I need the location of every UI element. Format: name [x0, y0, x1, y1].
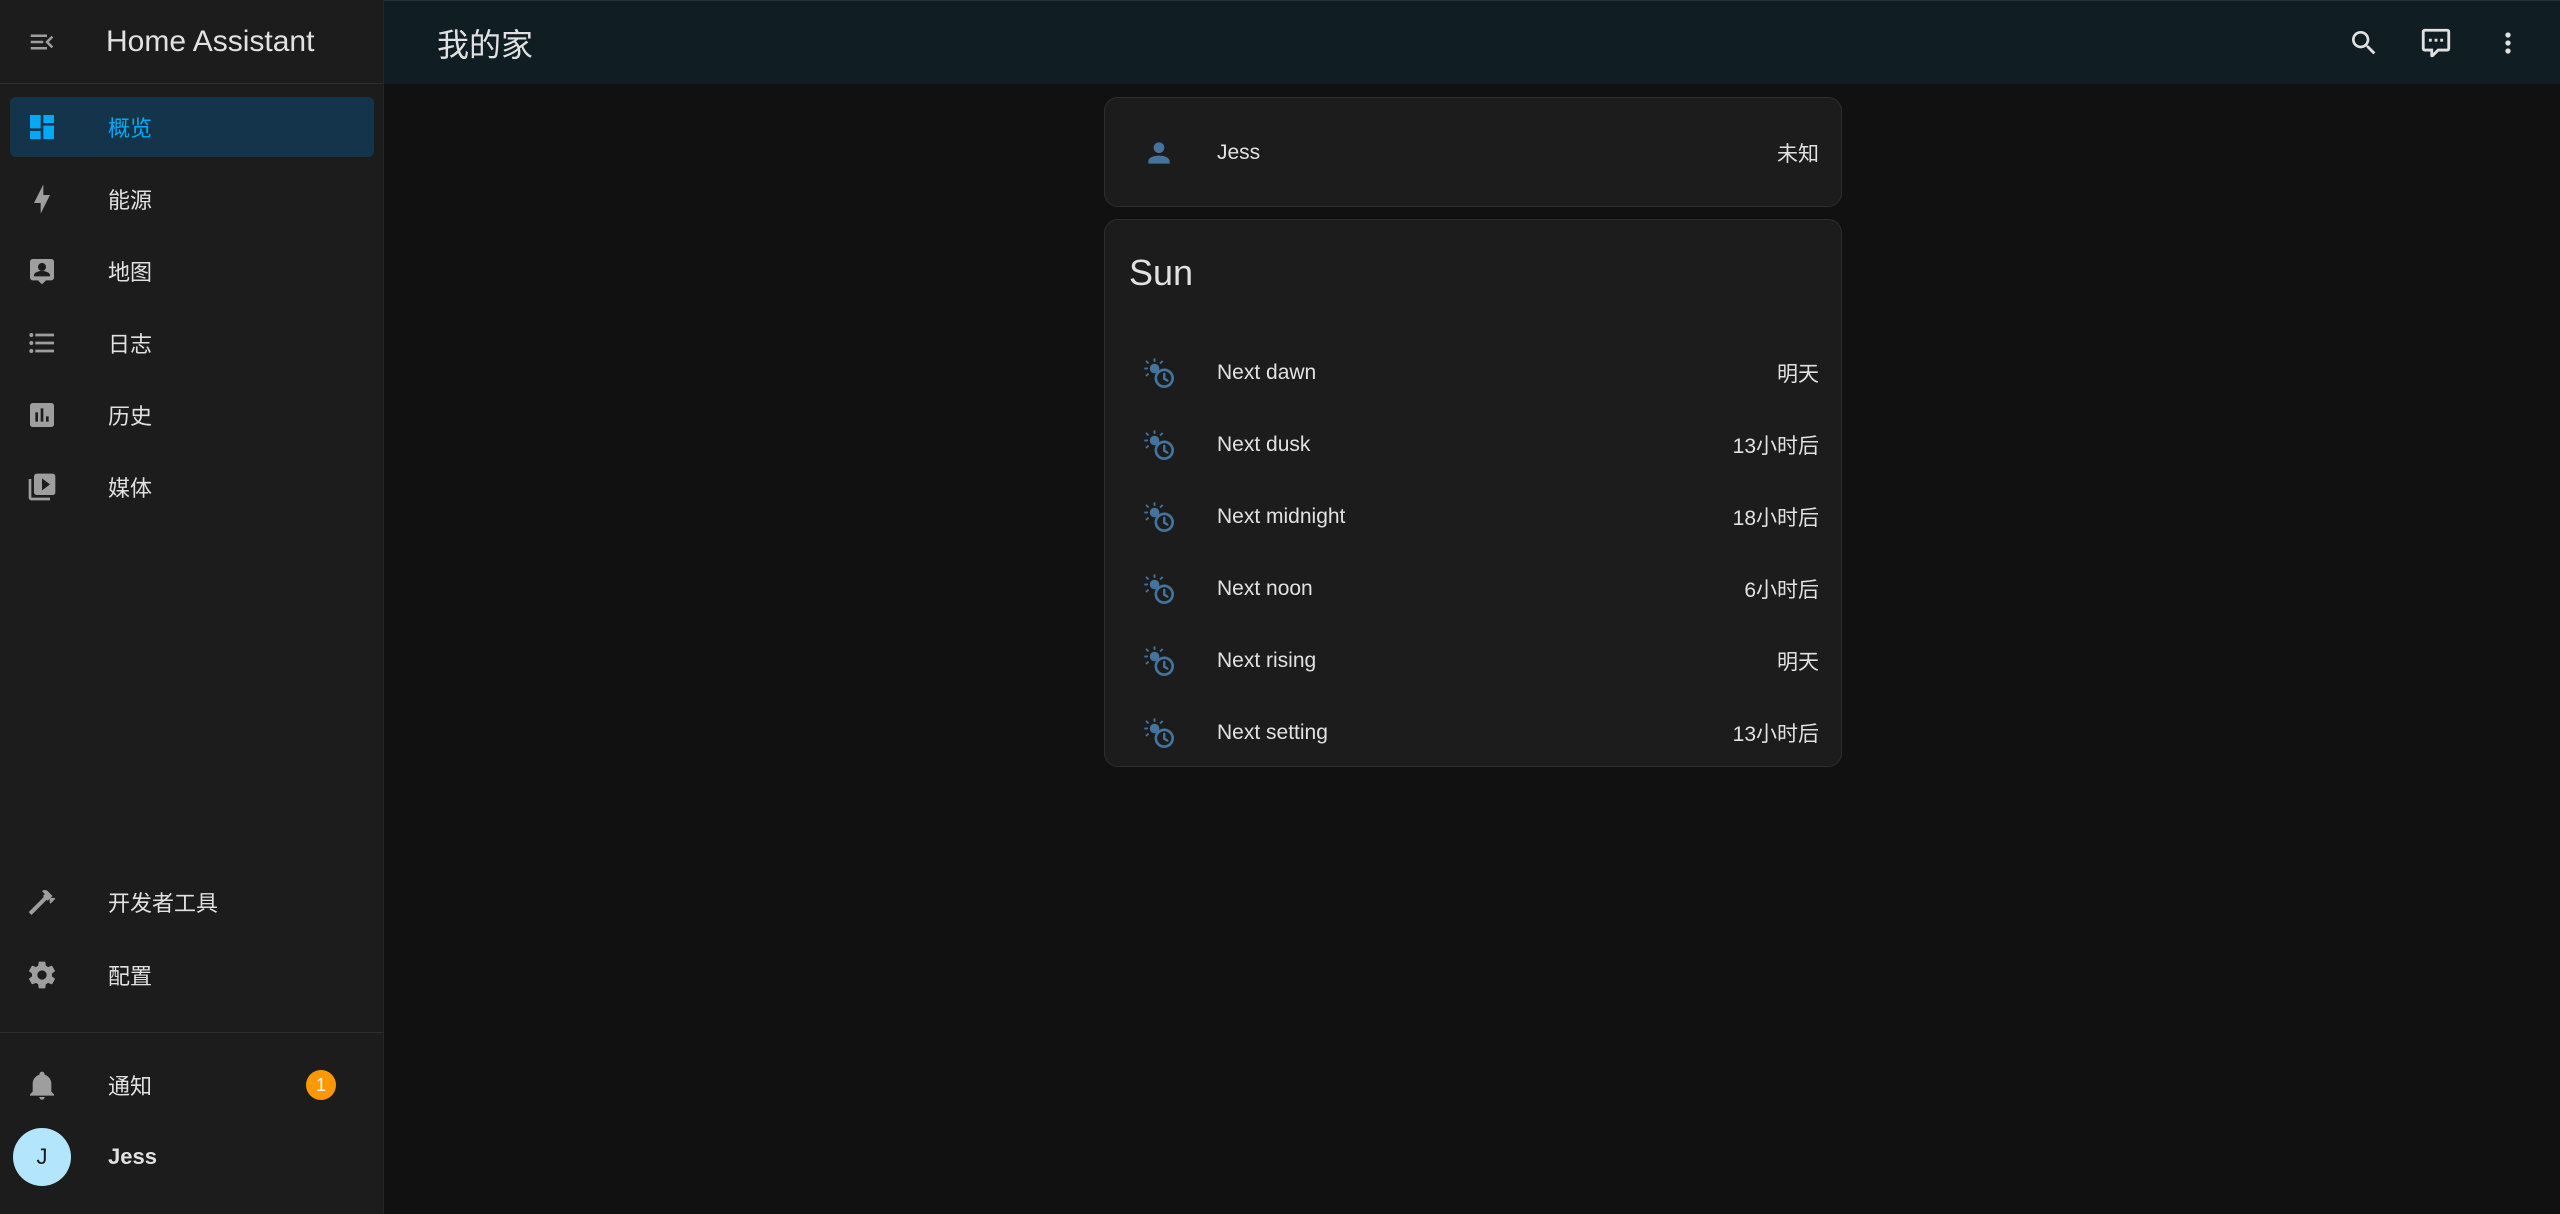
sidebar-item-label: 能源 [108, 188, 153, 213]
chart-box-icon [10, 399, 74, 431]
card-title: Sun [1129, 252, 1194, 293]
sidebar-item-label: 开发者工具 [108, 891, 219, 916]
entity-name: Next midnight [1217, 505, 1346, 528]
entity-state: 明天 [1777, 651, 1819, 674]
sidebar: Home Assistant 概览 能源 地图 日志 历史 媒体 开发者工具 配… [0, 0, 384, 1214]
media-play-icon [10, 471, 74, 503]
clock-sun-icon [1129, 499, 1189, 535]
sidebar-item-overview[interactable]: 概览 [10, 97, 374, 157]
sidebar-item-label: 地图 [108, 260, 153, 285]
entity-state: 18小时后 [1732, 507, 1819, 530]
sidebar-item-label: 概览 [108, 116, 153, 141]
sidebar-item-settings[interactable]: 配置 [10, 945, 374, 1005]
format-list-icon [10, 327, 74, 359]
dots-vertical-icon [2505, 32, 2511, 54]
sidebar-item-label: 通知 [108, 1074, 153, 1099]
entity-name: Next noon [1217, 577, 1313, 600]
sidebar-item-profile[interactable]: J Jess [10, 1127, 374, 1187]
entity-state: 未知 [1777, 143, 1819, 166]
avatar-container: J [10, 1128, 74, 1186]
sidebar-item-label: 日志 [108, 332, 153, 357]
sidebar-item-media[interactable]: 媒体 [10, 457, 374, 517]
entity-state: 明天 [1777, 363, 1819, 386]
menu-open-icon [30, 34, 54, 49]
sidebar-item-label: 配置 [108, 964, 153, 989]
sidebar-item-logbook[interactable]: 日志 [10, 313, 374, 373]
app-title: Home Assistant [106, 24, 315, 58]
avatar: J [13, 1128, 71, 1186]
entity-name: Next dawn [1217, 361, 1317, 384]
entity-row-person[interactable]: Jess 未知 [1105, 117, 1843, 189]
hammer-icon [10, 886, 74, 918]
clock-sun-icon [1129, 715, 1189, 751]
sun-card: Sun Next dawn 明天 Next dusk 13小时后 Next mi… [1104, 219, 1842, 767]
page-title: 我的家 [437, 26, 534, 63]
sidebar-item-notifications[interactable]: 通知 1 [10, 1055, 374, 1115]
assist-button[interactable] [2400, 1, 2472, 85]
clock-sun-icon [1129, 427, 1189, 463]
sidebar-item-label: 媒体 [108, 476, 153, 501]
entity-name: Jess [1217, 141, 1261, 164]
clock-sun-icon [1129, 571, 1189, 607]
menu-toggle-button[interactable] [0, 0, 84, 84]
app-root: Home Assistant 概览 能源 地图 日志 历史 媒体 开发者工具 配… [0, 0, 2560, 1214]
map-account-icon [10, 255, 74, 287]
comment-processing-icon [2421, 28, 2451, 58]
sidebar-header: Home Assistant [0, 0, 383, 84]
entity-state: 13小时后 [1732, 723, 1819, 746]
more-options-button[interactable] [2472, 1, 2544, 85]
sidebar-item-energy[interactable]: 能源 [10, 169, 374, 229]
lightning-bolt-icon [10, 183, 74, 215]
entity-row-next-noon[interactable]: Next noon 6小时后 [1105, 553, 1843, 625]
search-icon [2352, 31, 2376, 55]
entity-name: Next rising [1217, 649, 1317, 672]
sidebar-divider [0, 1032, 384, 1033]
entity-row-next-rising[interactable]: Next rising 明天 [1105, 625, 1843, 697]
search-button[interactable] [2328, 1, 2400, 85]
entity-row-next-dusk[interactable]: Next dusk 13小时后 [1105, 409, 1843, 481]
clock-sun-icon [1129, 355, 1189, 391]
entity-name: Next setting [1217, 721, 1328, 744]
person-card: Jess 未知 [1104, 97, 1842, 207]
entity-name: Next dusk [1217, 433, 1311, 456]
user-name: Jess [108, 1144, 157, 1169]
entity-state: 13小时后 [1732, 435, 1819, 458]
dashboard-icon [10, 111, 74, 143]
top-bar: 我的家 [384, 0, 2560, 84]
entity-row-next-setting[interactable]: Next setting 13小时后 [1105, 697, 1843, 769]
sidebar-item-label: 历史 [108, 404, 153, 429]
top-actions [2328, 1, 2544, 85]
notification-count-badge: 1 [306, 1070, 336, 1100]
entity-row-next-dawn[interactable]: Next dawn 明天 [1105, 337, 1843, 409]
clock-sun-icon [1129, 643, 1189, 679]
entity-state: 6小时后 [1744, 579, 1819, 602]
bell-icon [10, 1069, 74, 1101]
sidebar-item-developer-tools[interactable]: 开发者工具 [10, 872, 374, 932]
sidebar-item-map[interactable]: 地图 [10, 241, 374, 301]
account-icon [1129, 137, 1189, 169]
gear-icon [10, 959, 74, 991]
entity-row-next-midnight[interactable]: Next midnight 18小时后 [1105, 481, 1843, 553]
sidebar-item-history[interactable]: 历史 [10, 385, 374, 445]
